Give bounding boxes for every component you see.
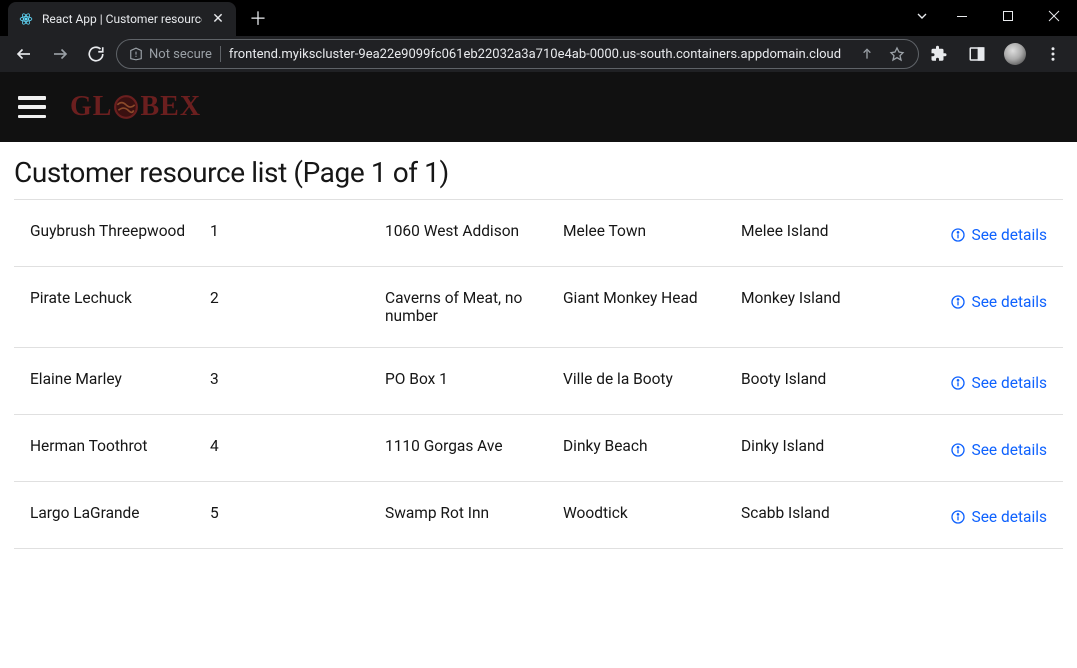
- see-details-link[interactable]: See details: [927, 289, 1047, 311]
- content: Customer resource list (Page 1 of 1) Guy…: [0, 142, 1077, 563]
- cell-name: Elaine Marley: [30, 370, 210, 388]
- back-button[interactable]: [8, 38, 40, 70]
- window-controls: [905, 0, 1077, 32]
- info-icon: [950, 227, 966, 243]
- cell-region: Scabb Island: [741, 504, 927, 522]
- info-icon: [950, 442, 966, 458]
- cell-address: Caverns of Meat, no number: [385, 289, 563, 325]
- table-row: Largo LaGrande 5 Swamp Rot Inn Woodtick …: [14, 482, 1063, 549]
- cell-region: Melee Island: [741, 222, 927, 240]
- extensions-icon[interactable]: [923, 38, 955, 70]
- address-bar[interactable]: Not secure frontend.myikscluster-9ea22e9…: [116, 39, 919, 69]
- cell-id: 3: [210, 370, 385, 388]
- hamburger-menu-icon[interactable]: [18, 96, 46, 118]
- react-favicon-icon: [18, 11, 34, 27]
- not-secure-label: Not secure: [149, 47, 212, 62]
- chrome-menu-icon[interactable]: [1037, 38, 1069, 70]
- cell-name: Herman Toothrot: [30, 437, 210, 455]
- see-details-link[interactable]: See details: [927, 222, 1047, 244]
- cell-region: Monkey Island: [741, 289, 927, 307]
- tab-row: React App | Customer resource li ✕ ＋: [0, 0, 1077, 36]
- logo-text-left: GL: [70, 91, 112, 123]
- see-details-label: See details: [972, 293, 1048, 311]
- info-icon: [950, 294, 966, 310]
- window-close-button[interactable]: [1031, 0, 1077, 32]
- cell-id: 4: [210, 437, 385, 455]
- cell-name: Guybrush Threepwood: [30, 222, 210, 240]
- app-header: GL BEX: [0, 72, 1077, 142]
- see-details-link[interactable]: See details: [927, 504, 1047, 526]
- cell-city: Woodtick: [563, 504, 741, 522]
- tab-title: React App | Customer resource li: [42, 12, 202, 26]
- see-details-link[interactable]: See details: [927, 370, 1047, 392]
- globex-logo[interactable]: GL BEX: [70, 91, 201, 123]
- cell-address: 1110 Gorgas Ave: [385, 437, 563, 455]
- tab-close-icon[interactable]: ✕: [210, 11, 226, 27]
- cell-id: 1: [210, 222, 385, 240]
- window-maximize-button[interactable]: [985, 0, 1031, 32]
- cell-region: Dinky Island: [741, 437, 927, 455]
- window-minimize-button[interactable]: [939, 0, 985, 32]
- side-panel-icon[interactable]: [961, 38, 993, 70]
- address-actions: [858, 45, 906, 63]
- info-icon: [950, 375, 966, 391]
- new-tab-button[interactable]: ＋: [244, 4, 272, 32]
- cell-name: Largo LaGrande: [30, 504, 210, 522]
- reload-button[interactable]: [80, 38, 112, 70]
- address-divider: [220, 46, 221, 62]
- bookmark-icon[interactable]: [888, 45, 906, 63]
- browser-chrome: React App | Customer resource li ✕ ＋: [0, 0, 1077, 72]
- security-indicator[interactable]: Not secure: [129, 47, 212, 62]
- nav-row: Not secure frontend.myikscluster-9ea22e9…: [0, 36, 1077, 72]
- cell-address: 1060 West Addison: [385, 222, 563, 240]
- page-title: Customer resource list (Page 1 of 1): [14, 156, 1063, 189]
- toolbar-right: [923, 38, 1069, 70]
- see-details-link[interactable]: See details: [927, 437, 1047, 459]
- table-row: Elaine Marley 3 PO Box 1 Ville de la Boo…: [14, 348, 1063, 415]
- cell-address: Swamp Rot Inn: [385, 504, 563, 522]
- table-row: Guybrush Threepwood 1 1060 West Addison …: [14, 200, 1063, 267]
- tab-search-icon[interactable]: [905, 0, 939, 32]
- cell-city: Melee Town: [563, 222, 741, 240]
- customer-list: Guybrush Threepwood 1 1060 West Addison …: [14, 199, 1063, 549]
- see-details-label: See details: [972, 508, 1048, 526]
- address-url: frontend.myikscluster-9ea22e9099fc061eb2…: [229, 47, 850, 62]
- profile-avatar[interactable]: [999, 38, 1031, 70]
- see-details-label: See details: [972, 441, 1048, 459]
- cell-region: Booty Island: [741, 370, 927, 388]
- table-row: Herman Toothrot 4 1110 Gorgas Ave Dinky …: [14, 415, 1063, 482]
- table-row: Pirate Lechuck 2 Caverns of Meat, no num…: [14, 267, 1063, 348]
- forward-button[interactable]: [44, 38, 76, 70]
- globe-icon: [112, 93, 140, 121]
- cell-id: 2: [210, 289, 385, 307]
- avatar-icon: [1004, 43, 1026, 65]
- cell-address: PO Box 1: [385, 370, 563, 388]
- cell-name: Pirate Lechuck: [30, 289, 210, 307]
- see-details-label: See details: [972, 226, 1048, 244]
- share-icon[interactable]: [858, 45, 876, 63]
- cell-city: Dinky Beach: [563, 437, 741, 455]
- cell-id: 5: [210, 504, 385, 522]
- info-icon: [950, 509, 966, 525]
- logo-text-right: BEX: [140, 91, 201, 123]
- see-details-label: See details: [972, 374, 1048, 392]
- cell-city: Giant Monkey Head: [563, 289, 741, 307]
- cell-city: Ville de la Booty: [563, 370, 741, 388]
- browser-tab[interactable]: React App | Customer resource li ✕: [8, 2, 236, 36]
